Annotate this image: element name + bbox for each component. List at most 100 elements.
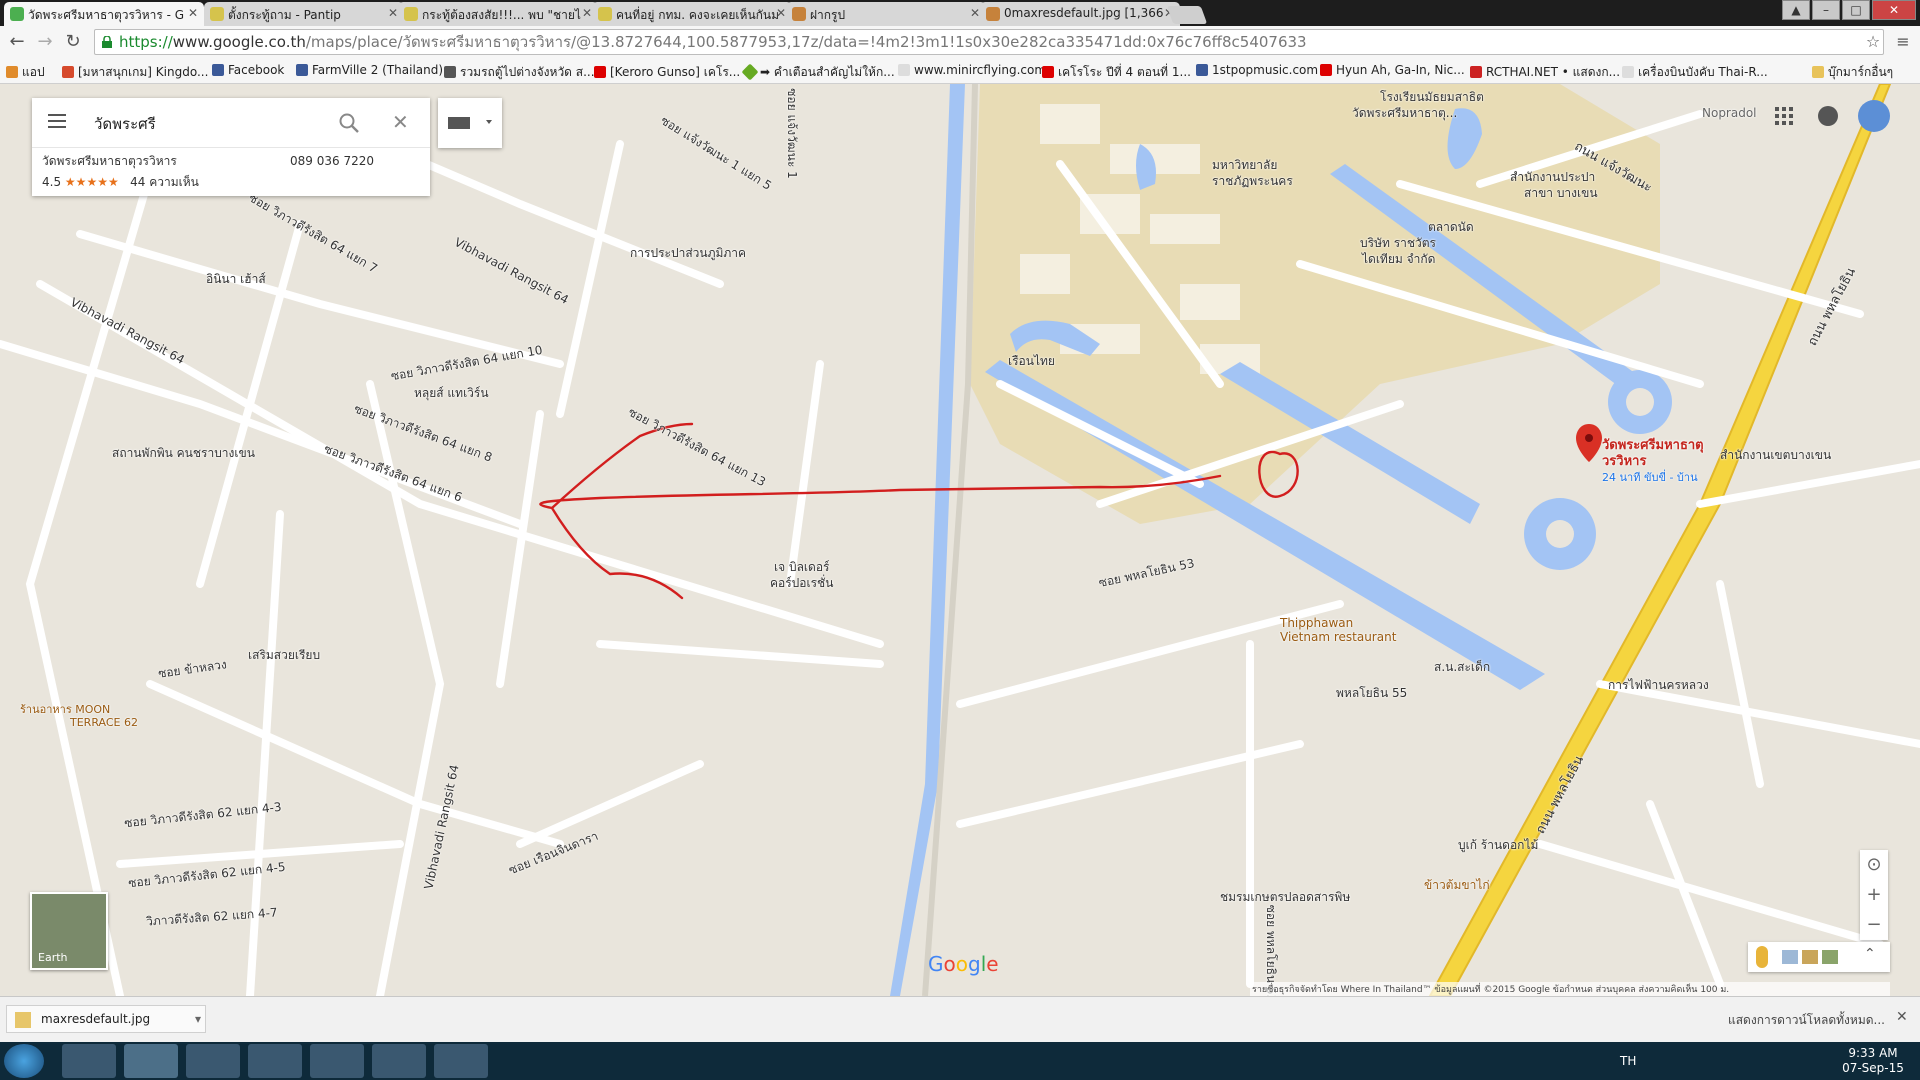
apps-grid-icon[interactable] xyxy=(1775,107,1793,125)
close-icon[interactable]: ✕ xyxy=(1896,1009,1908,1025)
download-filename: maxresdefault.jpg xyxy=(41,1012,151,1026)
bookmark-facebook[interactable]: Facebook xyxy=(212,63,284,77)
page-icon xyxy=(898,64,910,76)
bookmark-warning[interactable]: ➡ คำเตือนสำคัญไม่ให้ก... xyxy=(741,63,895,82)
bookmark-rcthai[interactable]: RCTHAI.NET • แสดงก... xyxy=(1470,63,1620,82)
tab-pantip-1[interactable]: ตั้งกระทู้ถาม - Pantip ✕ xyxy=(204,2,404,26)
map-label: ข้าวต้มขาไก่ xyxy=(1424,878,1490,892)
tab-image[interactable]: 0maxresdefault.jpg [1,366 ✕ xyxy=(980,2,1180,26)
tab-google-maps[interactable]: วัดพระศรีมหาธาตุวรวิหาร - G ✕ xyxy=(4,2,204,26)
earth-label: Earth xyxy=(38,951,68,964)
media-icon[interactable] xyxy=(434,1044,488,1078)
language-indicator[interactable]: TH xyxy=(1620,1054,1636,1068)
bookmark-minirc[interactable]: www.minircflying.com xyxy=(898,63,1046,77)
map-label: การไฟฟ้านครหลวง xyxy=(1608,678,1709,692)
line-icon[interactable] xyxy=(372,1044,426,1078)
map-label: คอร์ปอเรชั่น xyxy=(770,576,834,590)
pantip-icon xyxy=(210,7,224,21)
close-icon[interactable]: ✕ xyxy=(388,6,398,20)
calculator-icon[interactable] xyxy=(186,1044,240,1078)
forward-arrow-icon[interactable]: → xyxy=(34,30,56,54)
start-button[interactable] xyxy=(4,1044,44,1078)
bookmark-other[interactable]: บุ๊กมาร์กอื่นๆ xyxy=(1812,63,1893,82)
bookmark-keroro[interactable]: [Keroro Gunso] เคโร... xyxy=(594,63,740,82)
map-label: ราชภัฏพระนคร xyxy=(1212,174,1293,188)
bookmark-1stpop[interactable]: 1stpopmusic.com xyxy=(1196,63,1318,77)
download-item[interactable]: maxresdefault.jpg ▾ xyxy=(6,1005,206,1033)
diamond-icon xyxy=(741,63,759,81)
avatar[interactable] xyxy=(1858,100,1890,132)
bookmark-keroro-4[interactable]: เคโรโระ ปีที่ 4 ตอนที่ 1... xyxy=(1042,63,1191,82)
input-tools-button[interactable] xyxy=(438,98,502,148)
close-icon[interactable]: ✕ xyxy=(776,6,786,20)
close-icon[interactable]: ✕ xyxy=(582,6,592,20)
bookmark-apps[interactable]: แอป xyxy=(6,63,45,82)
thumbnail-icon[interactable] xyxy=(1802,950,1818,964)
place-rating: 4.5 ★★★★★ 44 ความเห็น xyxy=(42,173,199,192)
facebook-icon xyxy=(296,64,308,76)
game-icon xyxy=(62,66,74,78)
tab-title: คนที่อยู่ กทม. คงจะเคยเห็นกันม xyxy=(616,8,780,22)
map-canvas[interactable]: วัดพระศรีมหาธาตุ วรวิหาร 24 นาที ขับขี่ … xyxy=(0,84,1920,996)
map-label: หลุยส์ แทเวิร์น xyxy=(414,386,489,400)
notification-bell-icon[interactable] xyxy=(1818,106,1838,126)
zoom-out-button[interactable]: − xyxy=(1860,910,1888,940)
url-host: www.google.co.th xyxy=(172,33,306,51)
tab-upload[interactable]: ฝากรูป ✕ xyxy=(786,2,986,26)
bookmark-hyunah[interactable]: Hyun Ah, Ga-In, Nic... xyxy=(1320,63,1465,77)
folder-icon xyxy=(1812,66,1824,78)
map-label: สาขา บางเขน xyxy=(1524,186,1598,200)
map-label: บูเก้ ร้านดอกไม้ xyxy=(1458,838,1539,852)
zoom-in-button[interactable]: + xyxy=(1860,880,1888,910)
show-all-downloads-link[interactable]: แสดงการดาวน์โหลดทั้งหมด... xyxy=(1728,1011,1885,1030)
tab-title: ฝากรูป xyxy=(810,8,846,22)
maximize-icon[interactable]: □ xyxy=(1842,0,1870,20)
place-name[interactable]: วัดพระศรีมหาธาตุวรวิหาร xyxy=(42,152,177,171)
skype-icon[interactable] xyxy=(310,1044,364,1078)
search-icon[interactable] xyxy=(338,112,360,134)
chevron-up-icon[interactable]: ⌃ xyxy=(1864,946,1876,962)
menu-icon[interactable]: ≡ xyxy=(1892,30,1914,54)
close-icon[interactable]: ✕ xyxy=(970,6,980,20)
map-label: Nopradol xyxy=(1702,106,1757,120)
bookmark-kingdom[interactable]: [มหาสนุกเกม] Kingdo... xyxy=(62,63,208,82)
reload-icon[interactable]: ↻ xyxy=(62,30,84,54)
explorer-icon[interactable] xyxy=(62,1044,116,1078)
temple-area xyxy=(970,84,1660,524)
pegman-icon[interactable] xyxy=(1756,946,1768,968)
map-attribution[interactable]: รายชื่อธุรกิจจัดทำโดย Where In Thailand™… xyxy=(1250,982,1890,996)
bookmark-farmville[interactable]: FarmVille 2 (Thailand) xyxy=(296,63,443,77)
back-arrow-icon[interactable]: ← xyxy=(6,30,28,54)
pantip-icon xyxy=(598,7,612,21)
review-count[interactable]: 44 ความเห็น xyxy=(130,175,199,189)
system-clock[interactable]: 9:33 AM 07-Sep-15 xyxy=(1838,1046,1908,1076)
youtube-icon xyxy=(1042,66,1054,78)
chevron-down-icon[interactable]: ▾ xyxy=(195,1006,201,1032)
earth-view-toggle[interactable]: Earth xyxy=(30,892,108,970)
apps-icon xyxy=(6,66,18,78)
url-path: /maps/place/วัดพระศรีมหาธาตุวรวิหาร/@13.… xyxy=(305,33,1307,51)
bookmark-van[interactable]: รวมรถตู้ไปต่างจังหวัด ส... xyxy=(444,63,595,82)
bookmark-thai-r[interactable]: เครื่องบินบังคับ Thai-R... xyxy=(1622,63,1768,82)
chrome-icon[interactable] xyxy=(124,1044,178,1078)
clear-icon[interactable]: ✕ xyxy=(392,110,409,134)
tab-pantip-3[interactable]: คนที่อยู่ กทม. คงจะเคยเห็นกันม ✕ xyxy=(592,2,792,26)
window-close-icon[interactable]: ✕ xyxy=(1872,0,1916,20)
new-tab-button[interactable] xyxy=(1166,6,1208,24)
user-icon[interactable]: ▲ xyxy=(1782,0,1810,20)
thumbnail-icon[interactable] xyxy=(1782,950,1798,964)
tab-pantip-2[interactable]: กระทู้ต้องสงสัย!!!... พบ "ชายไ ✕ xyxy=(398,2,598,26)
my-location-icon[interactable]: ⊙ xyxy=(1860,850,1888,880)
search-box[interactable]: วัดพระศรี ✕ xyxy=(32,98,430,148)
app-icon[interactable] xyxy=(248,1044,302,1078)
map-label: Vietnam restaurant xyxy=(1280,630,1397,644)
address-bar[interactable]: https://www.google.co.th/maps/place/วัดพ… xyxy=(94,29,1884,55)
thumbnail-icon[interactable] xyxy=(1822,950,1838,964)
star-icon[interactable]: ☆ xyxy=(1862,30,1884,54)
search-input[interactable]: วัดพระศรี xyxy=(94,112,156,136)
road-network xyxy=(0,110,1920,996)
minimize-icon[interactable]: – xyxy=(1812,0,1840,20)
close-icon[interactable]: ✕ xyxy=(188,6,198,20)
keyboard-icon xyxy=(448,117,492,129)
hamburger-menu-icon[interactable] xyxy=(48,114,66,128)
